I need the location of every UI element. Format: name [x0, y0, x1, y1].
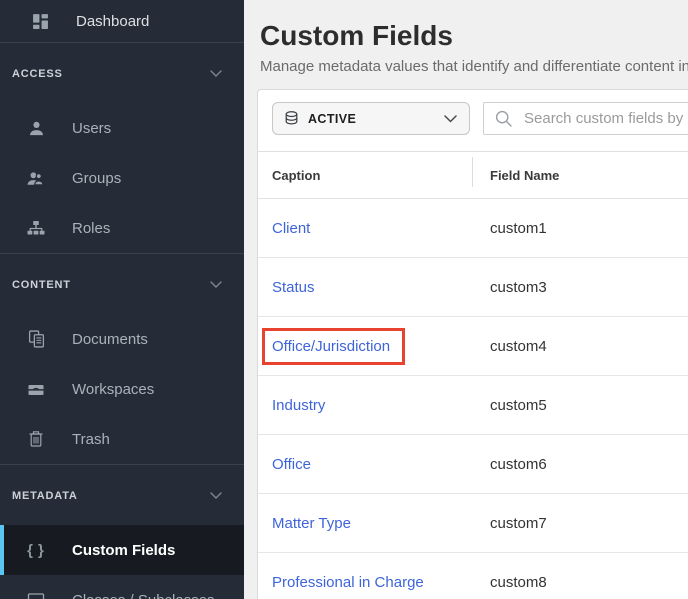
table-row: Matter Type custom7: [258, 494, 688, 553]
section-label: METADATA: [12, 490, 78, 502]
section-label: ACCESS: [12, 68, 63, 80]
sidebar-item-label: Users: [72, 120, 111, 137]
field-name-cell: custom8: [472, 574, 688, 591]
field-name-cell: custom5: [472, 397, 688, 414]
chevron-down-icon: [210, 281, 222, 289]
sidebar: Dashboard ACCESS Users Groups Roles CONT…: [0, 0, 244, 599]
sidebar-section-items: Users Groups Roles: [0, 91, 244, 253]
sidebar-item-custom-fields[interactable]: { } Custom Fields: [0, 525, 244, 575]
database-icon: [283, 110, 300, 127]
table-header-row: Caption Field Name: [258, 152, 688, 199]
field-name-cell: custom6: [472, 456, 688, 473]
caption-link[interactable]: Matter Type: [272, 515, 351, 532]
sidebar-section-header[interactable]: ACCESS: [0, 57, 244, 91]
sidebar-section-items: Documents Workspaces Trash: [0, 302, 244, 464]
sidebar-item-groups[interactable]: Groups: [0, 153, 244, 203]
caption-link[interactable]: Professional in Charge: [272, 574, 424, 591]
field-name-cell: custom3: [472, 279, 688, 296]
sidebar-item-label: Groups: [72, 170, 121, 187]
column-header-caption: Caption: [258, 168, 472, 183]
documents-icon: [26, 329, 46, 349]
search-box[interactable]: [483, 102, 688, 135]
sidebar-section: ACCESS Users Groups Roles: [0, 42, 244, 253]
hierarchy-icon: [26, 218, 46, 238]
sidebar-item-users[interactable]: Users: [0, 103, 244, 153]
sidebar-item-label: Custom Fields: [72, 542, 175, 559]
caption-cell: Status: [258, 279, 472, 296]
app-root: Dashboard ACCESS Users Groups Roles CONT…: [0, 0, 688, 599]
table-row: Office custom6: [258, 435, 688, 494]
section-label: CONTENT: [12, 279, 71, 291]
column-header-field-name: Field Name: [472, 152, 688, 198]
caption-link[interactable]: Client: [272, 220, 310, 237]
sidebar-item-roles[interactable]: Roles: [0, 203, 244, 253]
trash-icon: [26, 429, 46, 449]
sidebar-item-trash[interactable]: Trash: [0, 414, 244, 464]
status-filter-value: ACTIVE: [308, 112, 444, 126]
braces-icon: { }: [26, 540, 46, 560]
caption-cell: Office/Jurisdiction: [258, 328, 472, 365]
field-name-cell: custom4: [472, 338, 688, 355]
table-row: Professional in Charge custom8: [258, 553, 688, 599]
dashboard-icon: [30, 11, 50, 31]
sidebar-item-label: Documents: [72, 331, 148, 348]
main-content: Custom Fields Manage metadata values tha…: [244, 0, 688, 599]
sidebar-item-documents[interactable]: Documents: [0, 314, 244, 364]
search-icon: [494, 109, 513, 128]
sidebar-item-label: Workspaces: [72, 381, 154, 398]
table-body: Client custom1 Status custom3 Office/Jur…: [258, 199, 688, 599]
sidebar-item-classes-subclasses[interactable]: Classes / Subclasses: [0, 575, 244, 599]
chevron-down-icon: [444, 115, 457, 123]
field-name-cell: custom7: [472, 515, 688, 532]
caption-cell: Industry: [258, 397, 472, 414]
caption-link[interactable]: Industry: [272, 397, 325, 414]
table-row: Industry custom5: [258, 376, 688, 435]
caption-cell: Office: [258, 456, 472, 473]
user-icon: [26, 118, 46, 138]
monitor-icon: [26, 590, 46, 599]
sidebar-sections: ACCESS Users Groups Roles CONTENT: [0, 42, 244, 599]
search-input[interactable]: [522, 109, 688, 128]
sidebar-section-items: { } Custom Fields Classes / Subclasses: [0, 513, 244, 599]
page-subtitle: Manage metadata values that identify and…: [260, 58, 688, 75]
sidebar-item-workspaces[interactable]: Workspaces: [0, 364, 244, 414]
sidebar-item-label: Classes / Subclasses: [72, 592, 215, 599]
chevron-down-icon: [210, 70, 222, 78]
caption-cell: Professional in Charge: [258, 574, 472, 591]
table-row: Client custom1: [258, 199, 688, 258]
sidebar-section-header[interactable]: METADATA: [0, 479, 244, 513]
status-filter-dropdown[interactable]: ACTIVE: [272, 102, 470, 135]
caption-link[interactable]: Status: [272, 279, 315, 296]
table-row: Office/Jurisdiction custom4: [258, 317, 688, 376]
table-row: Status custom3: [258, 258, 688, 317]
sidebar-item-label: Dashboard: [76, 13, 149, 30]
group-icon: [26, 168, 46, 188]
caption-link[interactable]: Office: [272, 456, 311, 473]
caption-cell: Client: [258, 220, 472, 237]
page-title: Custom Fields: [260, 20, 688, 52]
field-name-cell: custom1: [472, 220, 688, 237]
sidebar-item-dashboard[interactable]: Dashboard: [0, 0, 244, 42]
sidebar-section-header[interactable]: CONTENT: [0, 268, 244, 302]
workspace-icon: [26, 379, 46, 399]
sidebar-item-label: Trash: [72, 431, 110, 448]
caption-link-highlighted[interactable]: Office/Jurisdiction: [262, 328, 405, 365]
custom-fields-card: ACTIVE: [257, 89, 688, 599]
sidebar-item-label: Roles: [72, 220, 110, 237]
sidebar-section: METADATA { } Custom Fields Classes / Sub…: [0, 464, 244, 599]
caption-cell: Matter Type: [258, 515, 472, 532]
sidebar-section: CONTENT Documents Workspaces Trash: [0, 253, 244, 464]
toolbar: ACTIVE: [258, 90, 688, 152]
chevron-down-icon: [210, 492, 222, 500]
